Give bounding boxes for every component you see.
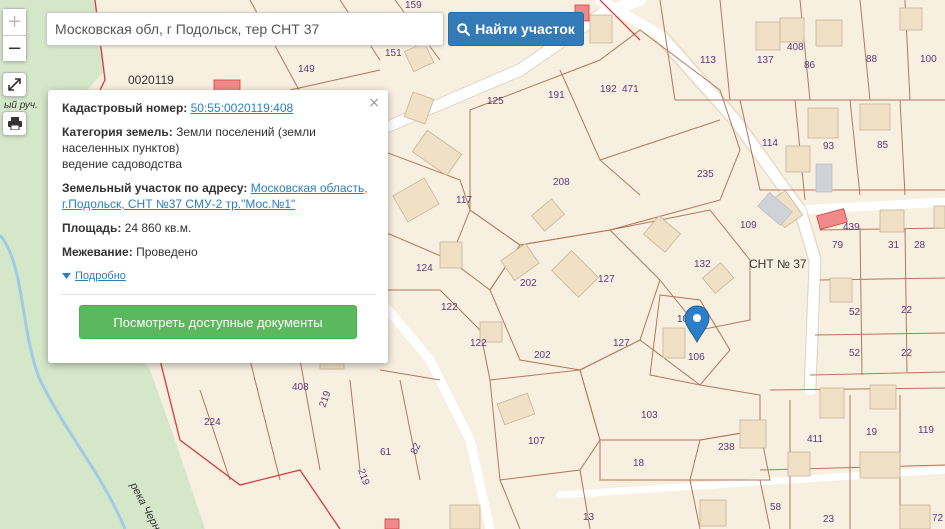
plot-number-label[interactable]: 137 xyxy=(757,55,774,66)
plot-number-label[interactable]: 439 xyxy=(843,222,860,233)
plot-number-label[interactable]: 88 xyxy=(866,54,878,65)
view-documents-button[interactable]: Посмотреть доступные документы xyxy=(79,305,357,339)
plot-number-label[interactable]: 93 xyxy=(823,141,835,152)
plot-number-label[interactable]: 107 xyxy=(528,436,545,447)
plot-number-label[interactable]: 61 xyxy=(380,447,392,458)
plot-number-label[interactable]: 109 xyxy=(740,220,757,231)
plot-number-label[interactable]: 149 xyxy=(298,64,315,75)
plot-number-label[interactable]: 159 xyxy=(405,0,422,11)
printer-icon xyxy=(7,117,22,130)
plot-number-label[interactable]: 86 xyxy=(804,60,816,71)
expand-icon xyxy=(8,78,21,91)
area-label: Площадь: xyxy=(62,221,122,235)
plot-number-label[interactable]: 28 xyxy=(914,240,926,251)
plot-number-label[interactable]: 103 xyxy=(641,410,658,421)
details-link[interactable]: Подробно xyxy=(75,268,126,284)
plot-number-label[interactable]: 192 xyxy=(600,84,617,95)
plot-number-label[interactable]: 13 xyxy=(583,512,595,523)
area-value: 24 860 кв.м. xyxy=(124,221,192,235)
popup-divider xyxy=(60,294,376,295)
caret-down-icon xyxy=(62,273,71,279)
plot-number-label[interactable]: 79 xyxy=(832,240,844,251)
cadastral-number-label: Кадастровый номер: xyxy=(62,101,188,115)
print-button[interactable] xyxy=(2,111,27,136)
land-use-value: ведение садоводства xyxy=(62,157,183,171)
details-toggle[interactable]: Подробно xyxy=(62,268,374,284)
plot-number-label[interactable]: 52 xyxy=(849,348,861,359)
plot-number-label[interactable]: 85 xyxy=(877,140,889,151)
zoom-out-button[interactable]: − xyxy=(3,35,26,61)
plot-number-label[interactable]: 22 xyxy=(901,348,913,359)
address-row: Земельный участок по адресу: Московская … xyxy=(62,180,374,212)
find-plot-button[interactable]: Найти участок xyxy=(448,12,584,46)
close-icon[interactable]: × xyxy=(368,95,380,111)
plot-number-label[interactable]: 100 xyxy=(920,54,937,65)
plot-number-label[interactable]: 124 xyxy=(416,263,433,274)
zoom-in-button[interactable]: + xyxy=(3,9,26,35)
plot-number-label[interactable]: 151 xyxy=(385,48,402,59)
find-plot-label: Найти участок xyxy=(475,21,575,37)
plot-number-label[interactable]: 22 xyxy=(901,305,913,316)
plot-number-label[interactable]: 238 xyxy=(718,442,735,453)
cadastral-number-link[interactable]: 50:55:0020119:408 xyxy=(191,101,294,115)
plot-number-label[interactable]: 114 xyxy=(762,138,778,149)
plot-number-label[interactable]: 127 xyxy=(613,338,630,349)
plot-number-label[interactable]: 58 xyxy=(770,502,782,513)
area-row: Площадь: 24 860 кв.м. xyxy=(62,220,374,236)
plot-number-label[interactable]: 31 xyxy=(888,240,900,251)
address-search-input[interactable] xyxy=(46,12,444,46)
plot-number-label[interactable]: 23 xyxy=(823,514,835,525)
plot-number-label[interactable]: 122 xyxy=(470,338,487,349)
plot-number-label[interactable]: 19 xyxy=(866,427,878,438)
plot-number-label[interactable]: 52 xyxy=(849,307,861,318)
stream-label: ый руч. xyxy=(4,100,38,111)
plot-number-label[interactable]: 202 xyxy=(520,278,537,289)
quarter-number-label: 0020119 xyxy=(128,73,174,87)
snt-label: СНТ № 37 xyxy=(749,257,807,271)
zoom-control: + − xyxy=(2,8,27,62)
plot-number-label[interactable]: 408 xyxy=(787,42,804,53)
plot-number-label[interactable]: 191 xyxy=(548,90,565,101)
plot-number-label[interactable]: 408 xyxy=(292,382,309,393)
address-label: Земельный участок по адресу: xyxy=(62,181,248,195)
plot-number-label[interactable]: 122 xyxy=(441,302,458,313)
fullscreen-button[interactable] xyxy=(2,72,27,97)
survey-label: Межевание: xyxy=(62,245,133,259)
plot-number-label[interactable]: 113 xyxy=(700,55,716,66)
plot-number-label[interactable]: 125 xyxy=(487,96,504,107)
plot-number-label[interactable]: 471 xyxy=(622,84,639,95)
plot-number-label[interactable]: 208 xyxy=(553,177,570,188)
land-category-row: Категория земель: Земли поселений (земли… xyxy=(62,124,374,172)
cadastral-number-row: Кадастровый номер: 50:55:0020119:408 xyxy=(62,100,374,116)
plot-number-label[interactable]: 127 xyxy=(598,274,615,285)
plot-number-label[interactable]: 202 xyxy=(534,350,551,361)
plot-number-label[interactable]: 119 xyxy=(918,425,934,436)
search-icon xyxy=(457,22,471,36)
plot-number-label[interactable]: 18 xyxy=(633,458,645,469)
land-category-label: Категория земель: xyxy=(62,125,173,139)
survey-value: Проведено xyxy=(136,245,198,259)
plot-number-label[interactable]: 132 xyxy=(694,259,711,270)
plot-number-label[interactable]: 235 xyxy=(697,169,714,180)
plot-number-label[interactable]: 224 xyxy=(204,417,221,428)
plot-number-label[interactable]: 117 xyxy=(456,195,472,206)
plot-number-label[interactable]: 72 xyxy=(932,513,944,524)
survey-row: Межевание: Проведено xyxy=(62,244,374,260)
plot-number-label[interactable]: 411 xyxy=(807,434,823,445)
plot-number-label[interactable]: 106 xyxy=(688,352,705,363)
plot-info-popup: × Кадастровый номер: 50:55:0020119:408 К… xyxy=(48,90,388,363)
